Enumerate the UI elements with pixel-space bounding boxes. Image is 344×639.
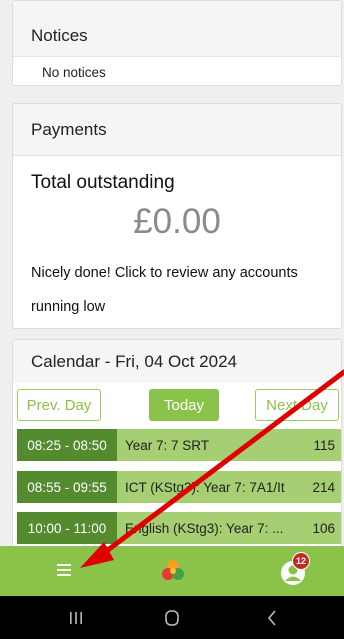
total-outstanding-label: Total outstanding [31,172,175,193]
notices-title: Notices [13,1,341,57]
calendar-row-desc: English (KStg3): Year 7: ... 106 [117,512,341,544]
system-nav-bar [0,596,344,639]
calendar-row-title: ICT (KStg3): Year 7: 7A1/It [125,479,285,495]
payments-message-link[interactable]: Nicely done! Click to review any account… [31,256,331,324]
calendar-row-room: 115 [313,437,335,453]
notification-badge: 12 [292,552,310,570]
hamburger-icon[interactable] [52,561,76,581]
calendar-row-title: English (KStg3): Year 7: ... [125,520,284,536]
calendar-nav: Prev. Day Today Next Day [13,389,341,423]
calendar-row-time: 08:25 - 08:50 [17,429,117,461]
prev-day-button[interactable]: Prev. Day [17,389,101,421]
today-button[interactable]: Today [149,389,219,421]
calendar-title: Calendar - Fri, 04 Oct 2024 [13,340,341,383]
calendar-row[interactable]: 08:25 - 08:50 Year 7: 7 SRT 115 [17,429,341,461]
calendar-row-time: 08:55 - 09:55 [17,471,117,503]
calendar-row[interactable]: 10:00 - 11:00 English (KStg3): Year 7: .… [17,512,341,544]
calendar-row-room: 106 [312,520,335,536]
next-day-button[interactable]: Next Day [255,389,339,421]
payments-title: Payments [13,104,341,156]
calendar-row-room: 214 [312,479,335,495]
calendar-row[interactable]: 08:55 - 09:55 ICT (KStg3): Year 7: 7A1/I… [17,471,341,503]
clover-logo-icon[interactable] [160,558,186,584]
calendar-row-desc: ICT (KStg3): Year 7: 7A1/It 214 [117,471,341,503]
bottom-nav-bar: 12 [0,546,344,596]
calendar-row-title: Year 7: 7 SRT [125,437,210,453]
calendar-row-desc: Year 7: 7 SRT 115 [117,429,341,461]
home-icon[interactable] [162,608,182,628]
total-outstanding-amount: £0.00 [133,202,221,241]
notices-card: Notices No notices [12,0,342,86]
calendar-row-time: 10:00 - 11:00 [17,512,117,544]
notices-empty-text: No notices [42,64,106,80]
back-icon[interactable] [262,608,282,628]
payments-card[interactable]: Payments Total outstanding £0.00 Nicely … [12,103,342,329]
recents-icon[interactable] [66,608,86,628]
calendar-card: Calendar - Fri, 04 Oct 2024 Prev. Day To… [12,339,342,554]
